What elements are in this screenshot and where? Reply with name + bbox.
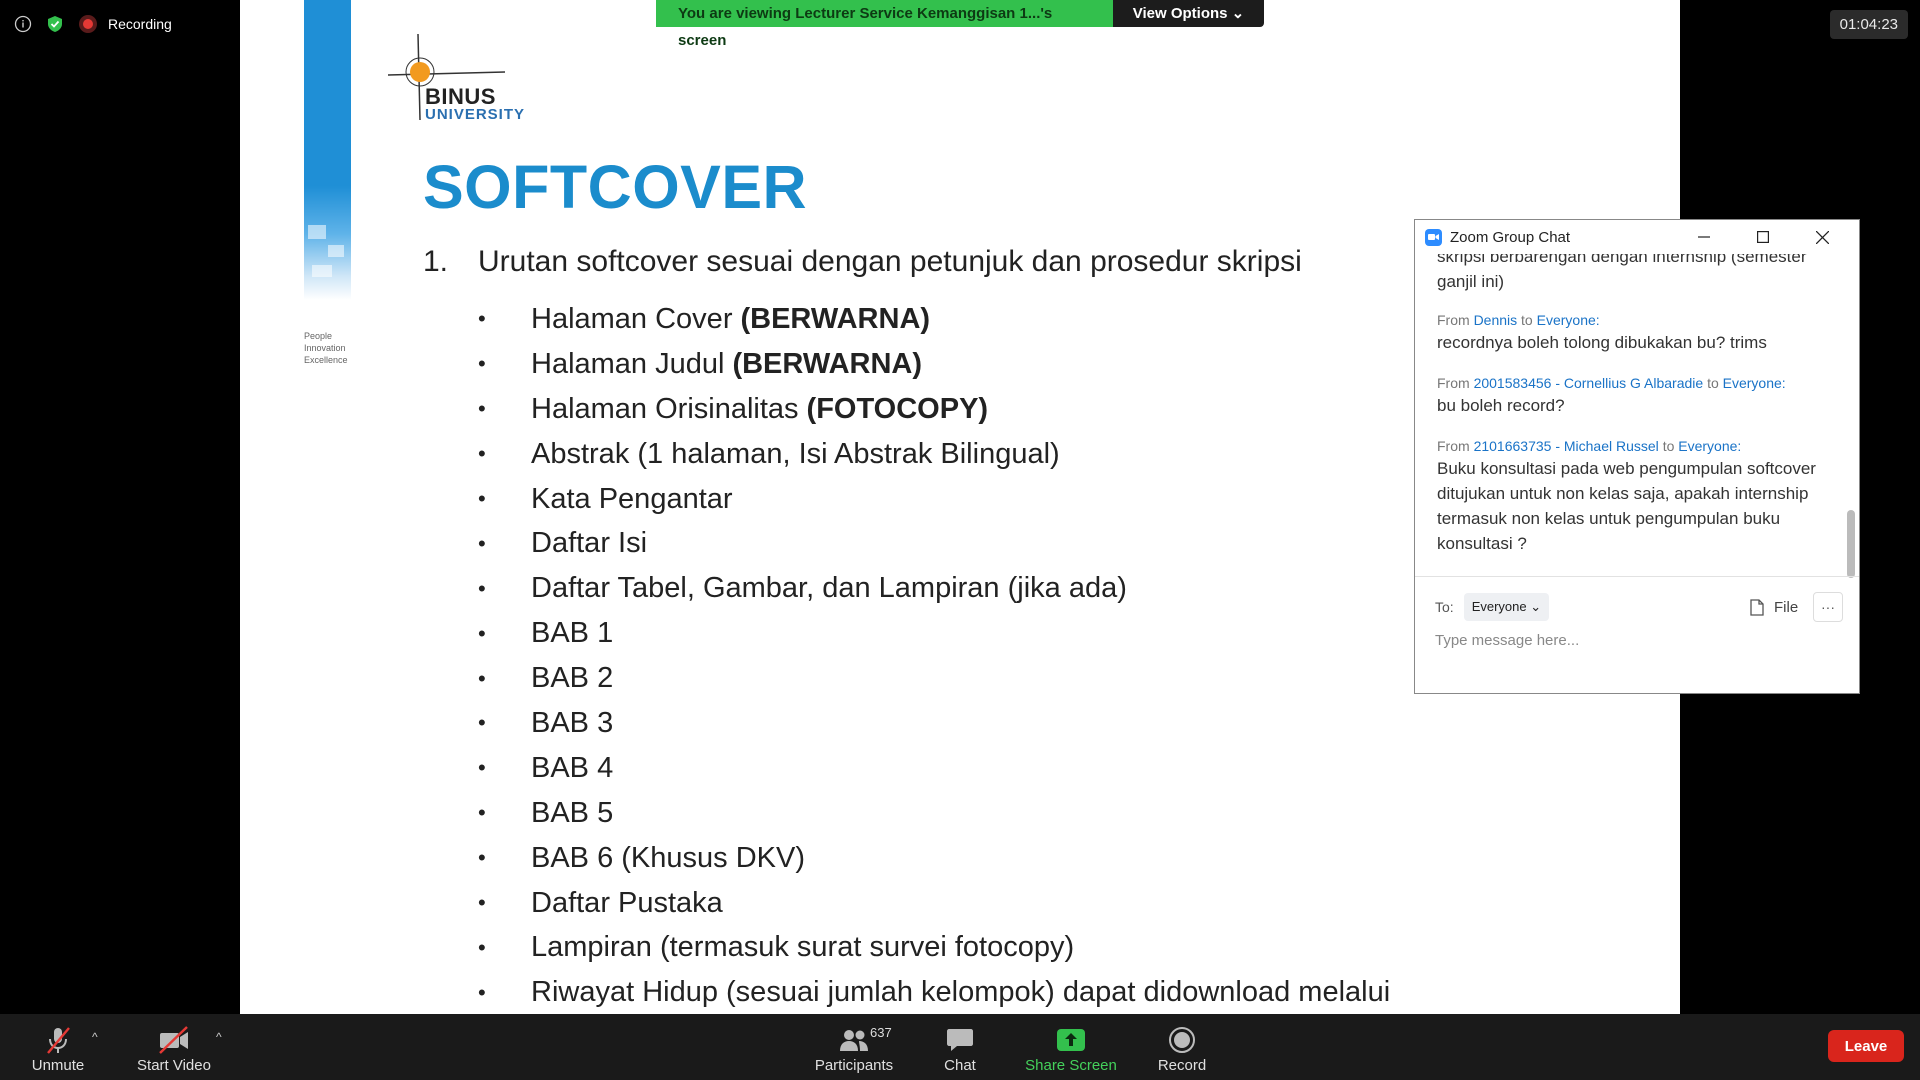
sender-name[interactable]: Dennis (1474, 312, 1518, 328)
bullet-item: • BAB 3 (478, 706, 614, 739)
chat-titlebar[interactable]: Zoom Group Chat (1415, 220, 1859, 254)
slide-tagline: People Innovation Excellence (304, 331, 348, 365)
audio-options-caret-icon[interactable]: ^ (92, 1030, 98, 1044)
chat-scrollbar[interactable] (1847, 510, 1855, 578)
bullet-item: • BAB 5 (478, 796, 614, 829)
item-number: 1. (423, 245, 449, 278)
viewing-message: You are viewing Lecturer Service Kemangg… (656, 0, 1113, 49)
sender-name[interactable]: 2101663735 - Michael Russel (1474, 438, 1659, 454)
strip-pattern (304, 215, 351, 295)
zoom-logo-icon (1425, 228, 1442, 246)
participants-count: 637 (870, 1025, 892, 1040)
view-options-button[interactable]: View Options ⌄ (1113, 0, 1264, 27)
leave-button[interactable]: Leave (1828, 1030, 1904, 1062)
minimize-icon[interactable] (1689, 225, 1719, 249)
status-bar: Recording (14, 12, 172, 36)
zoom-meeting-window: Recording 01:04:23 People Innovation Exc… (0, 0, 1920, 1080)
microphone-muted-icon (47, 1027, 70, 1054)
recording-indicator[interactable]: Recording (78, 14, 172, 34)
bullet-item: • BAB 4 (478, 751, 614, 784)
start-video-button[interactable]: Start Video (134, 1014, 214, 1080)
shield-check-icon[interactable] (46, 15, 64, 33)
bullet-item: • BAB 1 (478, 617, 614, 650)
group-chat-window: Zoom Group Chat skripsi berbarengan deng… (1414, 219, 1860, 694)
message-header: From 2001583456 - Cornellius G Albaradie… (1437, 375, 1786, 391)
chat-message: From 2001583456 - Cornellius G Albaradie… (1437, 375, 1822, 418)
message-header: From Dennis to Everyone: (1437, 312, 1600, 328)
more-options-button[interactable]: ··· (1813, 592, 1843, 622)
message-body: bu boleh record? (1437, 396, 1565, 415)
chat-message-list[interactable]: skripsi berbarengan dengan internship (s… (1415, 254, 1835, 594)
numbered-item: 1. Urutan softcover sesuai dengan petunj… (423, 245, 1302, 279)
meeting-toolbar: Unmute ^ Start Video ^ 637 Participants … (0, 1014, 1920, 1080)
chat-message: skripsi berbarengan dengan internship (s… (1437, 254, 1822, 294)
recipient-name[interactable]: Everyone: (1678, 438, 1741, 454)
bullet-item: • Kata Pengantar (478, 482, 733, 515)
viewing-banner: You are viewing Lecturer Service Kemangg… (656, 0, 1264, 49)
bullet-item: • Daftar Pustaka (478, 886, 723, 919)
chat-button[interactable]: Chat (934, 1014, 986, 1080)
logo-text-university: UNIVERSITY (425, 106, 526, 123)
record-button[interactable]: Record (1152, 1014, 1212, 1080)
info-icon[interactable] (14, 15, 32, 33)
message-body: skripsi berbarengan dengan internship (s… (1437, 254, 1807, 291)
meeting-timer: 01:04:23 (1829, 10, 1908, 39)
share-screen-icon (1057, 1029, 1085, 1051)
video-options-caret-icon[interactable]: ^ (216, 1030, 222, 1044)
recipient-row: To: Everyone ⌄ File ··· (1435, 592, 1843, 622)
chat-bubble-icon (947, 1029, 973, 1051)
bullet-item: • Halaman Cover (BERWARNA) (478, 302, 931, 335)
record-dot-icon (79, 15, 97, 33)
message-header: From 2101663735 - Michael Russel to Ever… (1437, 438, 1742, 454)
to-label: To: (1435, 599, 1454, 615)
message-body: recordnya boleh tolong dibukakan bu? tri… (1437, 333, 1767, 352)
recording-label: Recording (108, 16, 172, 32)
bullet-list: • Halaman Cover (BERWARNA) • Halaman Judul(… (476, 297, 1390, 1014)
bullet-item: • Halaman Orisinalitas (FOTOCOPY) (478, 392, 989, 425)
bullet-item: • Halaman Judul (BERWARNA) (478, 347, 923, 380)
chat-title: Zoom Group Chat (1450, 228, 1571, 246)
sender-name[interactable]: 2001583456 - Cornellius G Albaradie (1474, 375, 1704, 391)
chevron-down-icon: ⌄ (1231, 5, 1245, 22)
file-icon (1750, 598, 1764, 616)
slide-title: SOFTCOVER (423, 153, 808, 221)
item-text: Urutan softcover sesuai dengan petunjuk … (478, 245, 1302, 278)
recipient-name[interactable]: Everyone: (1723, 375, 1786, 391)
camera-off-icon (159, 1026, 188, 1054)
bullet-item: • BAB 6 (Khusus DKV) (478, 841, 805, 874)
bullet-item: • Lampiran (termasuk surat survei fotocop… (478, 931, 1075, 964)
file-button[interactable]: File (1750, 592, 1798, 622)
maximize-icon[interactable] (1748, 225, 1778, 249)
chat-message-input[interactable] (1435, 628, 1835, 652)
record-icon (1169, 1027, 1195, 1053)
bullet-item: • Daftar Tabel, Gambar, dan Lampiran (jik… (478, 572, 1127, 605)
divider (1415, 576, 1859, 577)
chevron-down-icon: ⌄ (1530, 599, 1542, 614)
bullet-item: • Abstrak (1 halaman, Isi Abstrak Bilingu… (478, 437, 1060, 470)
bullet-item: • Daftar Isi (478, 527, 648, 560)
participants-button[interactable]: 637 Participants (806, 1014, 902, 1080)
bullet-item: • Riwayat Hidup (sesuai jumlah kelompok) … (478, 976, 1391, 1009)
bullet-item: • BAB 2 (478, 662, 614, 695)
share-screen-button[interactable]: Share Screen (1022, 1014, 1120, 1080)
message-body: Buku konsultasi pada web pengumpulan sof… (1437, 459, 1816, 553)
participants-icon (840, 1030, 868, 1051)
unmute-button[interactable]: Unmute (26, 1014, 90, 1080)
recipient-select[interactable]: Everyone ⌄ (1463, 593, 1550, 621)
chat-message: From Dennis to Everyone: recordnya boleh… (1437, 312, 1822, 355)
close-icon[interactable] (1807, 225, 1837, 249)
recipient-name[interactable]: Everyone: (1537, 312, 1600, 328)
chat-message: From 2101663735 - Michael Russel to Ever… (1437, 438, 1822, 556)
